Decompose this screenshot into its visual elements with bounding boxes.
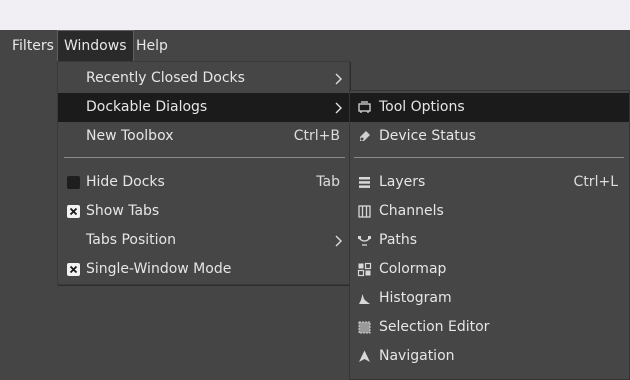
navigation-icon	[357, 349, 372, 364]
menu-item-label: New Toolbox	[86, 128, 174, 144]
menu-item-label: Layers	[379, 174, 426, 190]
shortcut-label: Ctrl+L	[573, 174, 618, 190]
channels-icon	[357, 204, 372, 219]
menu-item-layers[interactable]: Layers Ctrl+L	[350, 168, 629, 197]
menu-item-label: Tool Options	[379, 99, 465, 115]
menu-item-histogram[interactable]: Histogram	[350, 284, 629, 313]
menu-windows[interactable]: Windows	[57, 30, 134, 62]
shortcut-label: Ctrl+B	[293, 128, 340, 144]
tool-options-icon	[357, 100, 372, 115]
menu-item-device-status[interactable]: Device Status	[350, 122, 629, 151]
menu-item-label: Selection Editor	[379, 319, 490, 335]
device-status-icon	[357, 129, 372, 144]
checkbox-unchecked-icon	[67, 176, 80, 189]
menu-item-label: Dockable Dialogs	[86, 99, 208, 115]
menu-item-label: Colormap	[379, 261, 447, 277]
chevron-right-icon	[332, 64, 346, 93]
paths-icon	[357, 233, 372, 248]
menu-item-colormap[interactable]: Colormap	[350, 255, 629, 284]
menu-item-label: Hide Docks	[86, 174, 165, 190]
menu-item-label: Show Tabs	[86, 203, 160, 219]
menu-item-new-toolbox[interactable]: New Toolbox Ctrl+B	[58, 122, 349, 151]
menu-bar: Filters Windows Help	[0, 30, 630, 62]
menu-item-hide-docks[interactable]: Hide Docks Tab	[58, 168, 349, 197]
menu-item-paths[interactable]: Paths	[350, 226, 629, 255]
window-title-bar	[0, 0, 630, 30]
menu-item-show-tabs[interactable]: Show Tabs	[58, 197, 349, 226]
menu-item-label: Device Status	[379, 128, 476, 144]
dockable-dialogs-menu: Tool Options Device Status Layers Ctrl+L…	[349, 90, 630, 380]
menu-item-label: Histogram	[379, 290, 452, 306]
chevron-right-icon	[332, 93, 346, 122]
colormap-icon	[357, 262, 372, 277]
menu-separator	[354, 157, 624, 158]
menu-item-selection-editor[interactable]: Selection Editor	[350, 313, 629, 342]
checkbox-checked-icon	[67, 263, 80, 276]
menu-item-dockable-dialogs[interactable]: Dockable Dialogs	[58, 93, 349, 122]
menu-item-tabs-position[interactable]: Tabs Position	[58, 226, 349, 255]
checkbox-checked-icon	[67, 205, 80, 218]
layers-icon	[357, 175, 372, 190]
menu-item-label: Channels	[379, 203, 444, 219]
menu-item-label: Tabs Position	[86, 232, 176, 248]
windows-menu: Recently Closed Docks Dockable Dialogs N…	[57, 61, 350, 285]
menu-item-label: Single-Window Mode	[86, 261, 232, 277]
menu-item-single-window-mode[interactable]: Single-Window Mode	[58, 255, 349, 284]
menu-separator	[64, 157, 345, 158]
menu-item-navigation[interactable]: Navigation	[350, 342, 629, 371]
selection-editor-icon	[357, 320, 372, 335]
menu-help[interactable]: Help	[130, 30, 174, 62]
chevron-right-icon	[332, 226, 346, 255]
menu-item-recently-closed-docks[interactable]: Recently Closed Docks	[58, 64, 349, 93]
menu-item-tool-options[interactable]: Tool Options	[350, 93, 629, 122]
shortcut-label: Tab	[316, 174, 340, 190]
menu-item-label: Recently Closed Docks	[86, 70, 245, 86]
menu-filters[interactable]: Filters	[6, 30, 60, 62]
histogram-icon	[357, 291, 372, 306]
menu-item-label: Paths	[379, 232, 418, 248]
menu-item-channels[interactable]: Channels	[350, 197, 629, 226]
menu-item-label: Navigation	[379, 348, 455, 364]
